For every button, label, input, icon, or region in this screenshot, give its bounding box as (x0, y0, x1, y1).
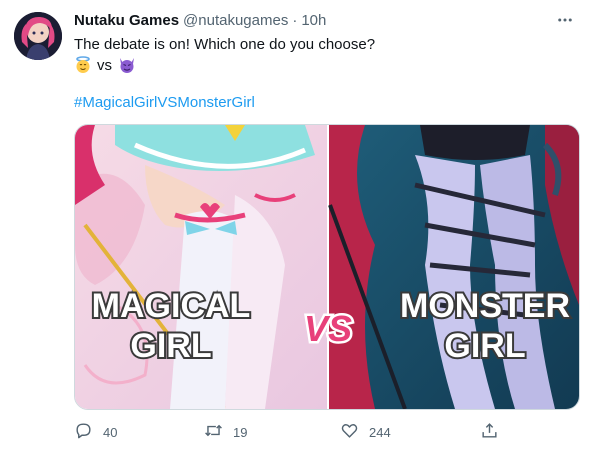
more-icon[interactable] (553, 10, 577, 30)
action-bar: 40 19 244 (74, 420, 514, 444)
share-button[interactable] (480, 420, 499, 444)
reply-icon (74, 421, 93, 443)
vs-text: vs (97, 56, 112, 74)
tweet-header: Nutaku Games @nutakugames · 10h (74, 12, 326, 32)
devil-emoji-icon (118, 56, 136, 74)
retweet-icon (204, 421, 223, 443)
like-count: 244 (369, 424, 391, 440)
retweet-button[interactable]: 19 (204, 420, 247, 444)
vs-label: VS (304, 308, 352, 349)
separator-dot: · (292, 12, 298, 29)
tweet-time[interactable]: 10h (301, 12, 326, 29)
avatar[interactable] (14, 12, 62, 60)
monster-girl-panel (328, 125, 579, 409)
like-icon (340, 421, 359, 443)
left-caption-line1: MAGICAL (92, 287, 251, 325)
hashtag-link[interactable]: #MagicalGirlVSMonsterGirl (74, 94, 255, 111)
panel-divider (327, 125, 329, 409)
right-caption-line2: GIRL (444, 327, 525, 365)
emoji-line: vs (74, 55, 136, 75)
author-handle[interactable]: @nutakugames (183, 12, 288, 29)
author-name[interactable]: Nutaku Games (74, 12, 179, 29)
reply-button[interactable]: 40 (74, 420, 117, 444)
tweet-card[interactable]: Nutaku Games @nutakugames · 10h The deba… (0, 0, 591, 452)
retweet-count: 19 (233, 424, 248, 440)
tweet-text: The debate is on! Which one do you choos… (74, 36, 376, 53)
share-icon (480, 421, 499, 443)
tweet-image[interactable]: MAGICAL GIRL VS MONSTER GIRL (74, 124, 580, 410)
angel-emoji-icon (74, 56, 92, 74)
reply-count: 40 (103, 424, 118, 440)
like-button[interactable]: 244 (340, 420, 391, 444)
magical-girl-panel (75, 125, 327, 409)
right-caption-line1: MONSTER (400, 287, 570, 325)
left-caption-line2: GIRL (130, 327, 211, 365)
